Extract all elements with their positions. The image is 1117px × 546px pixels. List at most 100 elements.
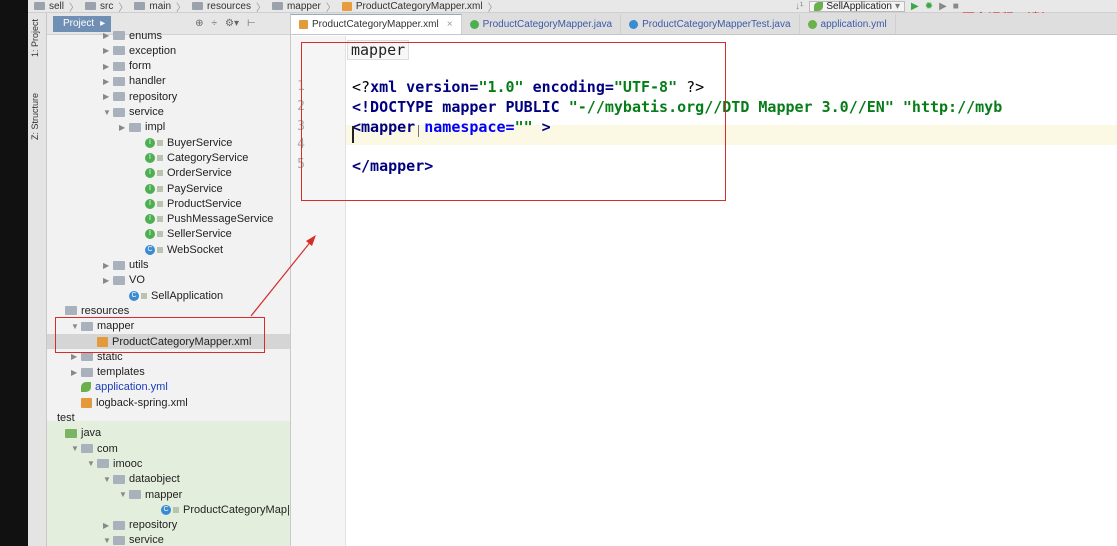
collapse-arrow-icon[interactable]: ▶ <box>103 92 113 101</box>
expand-arrow-icon[interactable]: ▼ <box>103 108 113 117</box>
tree-item[interactable]: ▶ utils <box>103 258 149 273</box>
tree-item[interactable]: application.yml <box>71 380 168 395</box>
editor-tab[interactable]: application.yml <box>800 14 896 34</box>
breadcrumb-sell[interactable]: sell 〉 <box>34 0 79 12</box>
collapse-arrow-icon[interactable]: ▶ <box>103 62 113 71</box>
tree-item[interactable]: I CategoryService <box>135 150 248 165</box>
tree-item[interactable]: ▼ imooc <box>87 456 142 471</box>
tree-item-label: dataobject <box>129 473 180 486</box>
tree-item[interactable]: C SellApplication <box>119 288 223 303</box>
tree-item-label: com <box>97 442 118 455</box>
collapse-arrow-icon[interactable]: ▶ <box>103 261 113 270</box>
collapse-arrow-icon[interactable]: ▶ <box>103 521 113 530</box>
expand-arrow-icon[interactable]: ▼ <box>103 536 113 545</box>
tree-item-label: application.yml <box>95 381 168 394</box>
tree-item[interactable]: I BuyerService <box>135 135 232 150</box>
breadcrumb-file[interactable]: ProductCategoryMapper.xml 〉 <box>341 0 498 12</box>
tree-item-label: VO <box>129 274 145 287</box>
collapse-arrow-icon[interactable]: ▶ <box>71 368 81 377</box>
tree-item[interactable]: ▼ mapper <box>119 487 182 502</box>
folder-icon <box>192 2 204 10</box>
xml-file-icon <box>299 20 308 29</box>
tree-item[interactable]: ▶ impl <box>119 120 165 135</box>
scroll-from-source-icon[interactable]: ⊕ <box>195 18 203 29</box>
tree-item-label: WebSocket <box>167 243 224 256</box>
expand-arrow-icon[interactable]: ▼ <box>87 459 97 468</box>
expand-arrow-icon[interactable]: ▼ <box>119 490 129 499</box>
breadcrumb-label: src <box>100 0 114 12</box>
tree-item[interactable]: ▶ handler <box>103 74 166 89</box>
expand-arrow-icon[interactable]: ▼ <box>103 475 113 484</box>
run-configuration-select[interactable]: SellApplication ▾ <box>809 1 905 12</box>
tree-item-label: CategoryService <box>167 151 249 164</box>
project-panel-title: Project <box>63 18 95 29</box>
editor-tab[interactable]: ProductCategoryMapper.java <box>462 14 622 34</box>
editor-tab[interactable]: ProductCategoryMapper.xml × <box>291 14 462 34</box>
visibility-icon <box>157 185 163 192</box>
editor-tabs: ProductCategoryMapper.xml × ProductCategor… <box>291 13 1117 35</box>
tree-item[interactable]: test <box>47 411 75 426</box>
stop-icon[interactable]: ■ <box>953 1 959 12</box>
visibility-icon <box>157 216 163 223</box>
breadcrumb-label: mapper <box>286 0 321 12</box>
collapse-arrow-icon[interactable]: ▶ <box>103 77 113 86</box>
editor-tab[interactable]: ProductCategoryMapperTest.java <box>621 14 800 34</box>
debug-icon[interactable]: ✹ <box>925 1 933 12</box>
project-panel-header: Project ▸ ⊕ ÷ ⚙▾ ⊢ <box>47 13 290 35</box>
class-icon: C <box>145 244 155 255</box>
tree-item[interactable]: ▶ VO <box>103 273 145 288</box>
tree-item[interactable]: I ProductService <box>135 196 242 211</box>
tree-item[interactable]: logback-spring.xml <box>71 395 188 410</box>
collapse-arrow-icon[interactable]: ▶ <box>71 352 81 361</box>
collapse-arrow-icon[interactable]: ▶ <box>103 46 113 55</box>
tree-item-label: resources <box>81 304 130 317</box>
tree-item[interactable]: I PayService <box>135 181 223 196</box>
tree-item[interactable]: java <box>55 426 101 441</box>
tree-item[interactable]: I OrderService <box>135 166 232 181</box>
tree-item[interactable]: ▶ templates <box>71 365 145 380</box>
breadcrumb-src[interactable]: src 〉 <box>85 0 128 12</box>
coverage-icon[interactable]: ▶ <box>939 1 947 12</box>
tree-item[interactable]: ▼ service <box>103 105 164 120</box>
tree-item[interactable]: ▼ com <box>71 441 118 456</box>
breadcrumb-mapper[interactable]: mapper 〉 <box>271 0 336 12</box>
hide-panel-icon[interactable]: ⊢ <box>247 18 256 29</box>
tree-item[interactable]: ▶ repository <box>103 518 177 533</box>
interface-icon: I <box>145 198 155 209</box>
tree-item-label: repository <box>129 519 178 532</box>
tree-item[interactable]: C WebSocket <box>135 242 223 257</box>
settings-gear-icon[interactable]: ⚙▾ <box>225 18 239 29</box>
close-icon[interactable]: × <box>447 19 453 30</box>
tree-item[interactable]: ▶ exception <box>103 43 176 58</box>
collapse-arrow-icon[interactable]: ▶ <box>103 276 113 285</box>
structure-tool-tab[interactable]: Z: Structure <box>30 93 40 140</box>
folder-icon <box>65 306 77 316</box>
tree-item[interactable]: ▶ form <box>103 59 151 74</box>
visibility-icon <box>157 246 163 253</box>
tree-item[interactable]: ▶ enums <box>103 28 162 43</box>
tree-item[interactable]: ▼ service <box>103 533 164 546</box>
tree-item-label: enums <box>129 29 163 42</box>
folder-icon <box>134 2 146 10</box>
tree-item[interactable]: ▼ dataobject <box>103 472 180 487</box>
collapse-arrow-icon[interactable]: ▶ <box>103 31 113 40</box>
visibility-icon <box>157 200 163 207</box>
build-icon[interactable]: ↓¹ <box>795 1 803 12</box>
expand-arrow-icon[interactable]: ▼ <box>71 444 81 453</box>
folder-icon <box>113 46 125 56</box>
run-icon[interactable]: ▶ <box>911 1 919 12</box>
tree-item[interactable]: I PushMessageService <box>135 212 273 227</box>
folder-icon <box>113 260 125 270</box>
folder-icon <box>85 2 97 10</box>
collapse-arrow-icon[interactable]: ▶ <box>119 123 129 132</box>
tree-item[interactable]: I SellerService <box>135 227 232 242</box>
collapse-all-icon[interactable]: ÷ <box>212 18 218 29</box>
tree-item[interactable]: C ProductCategoryMap| <box>151 502 290 517</box>
spring-app-icon: C <box>129 290 139 301</box>
project-tool-tab[interactable]: 1: Project <box>30 19 40 57</box>
breadcrumb-resources[interactable]: resources 〉 <box>192 0 266 12</box>
visibility-icon <box>157 154 163 161</box>
breadcrumb-label: main <box>149 0 172 12</box>
tree-item[interactable]: ▶ repository <box>103 89 177 104</box>
breadcrumb-main[interactable]: main 〉 <box>134 0 186 12</box>
